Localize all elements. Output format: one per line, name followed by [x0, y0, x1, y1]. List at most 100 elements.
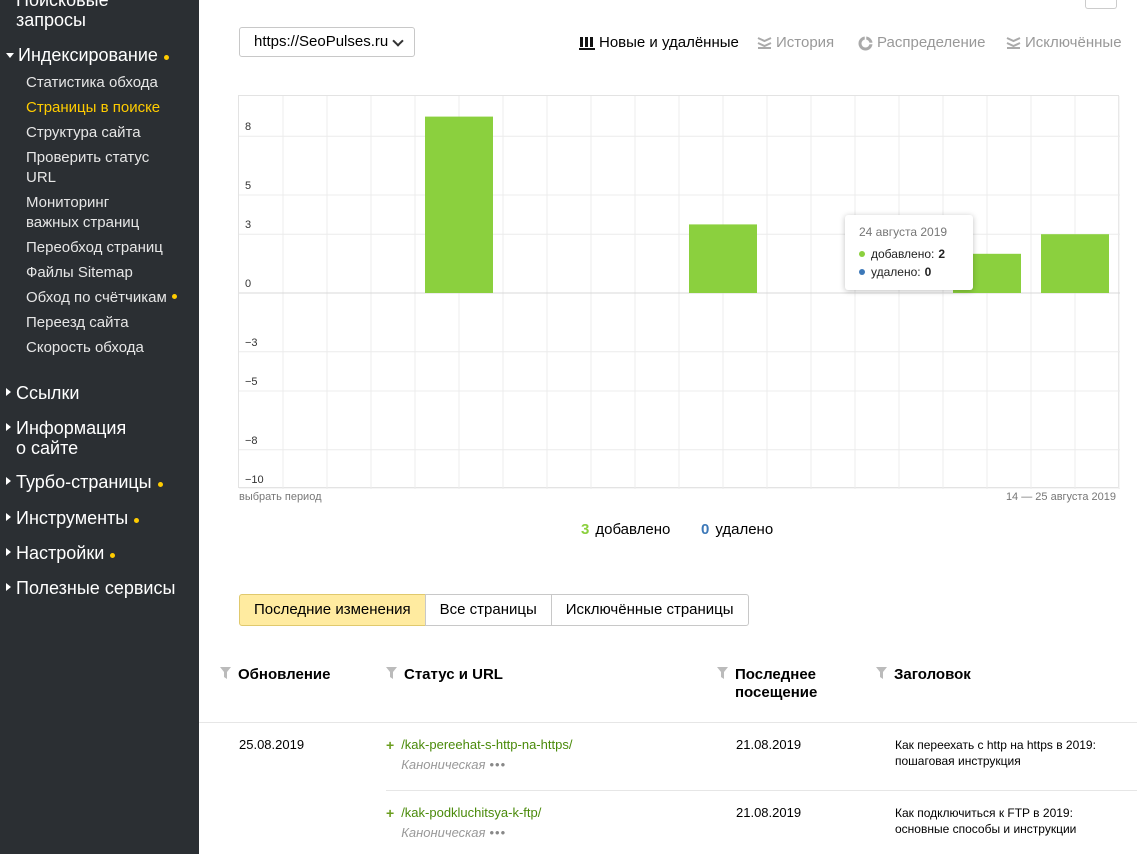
pie-chart-icon: [858, 35, 873, 50]
sidebar-section-label: Инструменты: [16, 508, 129, 528]
bar-chart-icon: [579, 37, 595, 50]
tooltip-removed-row: удалено: 0: [859, 263, 959, 281]
summary-added-count: 3: [581, 521, 590, 538]
tab-new-removed[interactable]: Новые и удалённые: [579, 33, 739, 53]
period-range: 14 — 25 августа 2019: [1005, 491, 1116, 503]
summary-added-label: добавлено: [595, 521, 671, 538]
select-period-link[interactable]: выбрать период: [239, 491, 322, 503]
tab-history[interactable]: История: [757, 33, 834, 53]
last-visit-date: 21.08.2019: [736, 805, 802, 820]
tab-label: Новые и удалённые: [599, 34, 739, 51]
sidebar-section-site-info[interactable]: Информация о сайте: [6, 418, 126, 458]
sidebar-item-label: Файлы Sitemap: [26, 264, 133, 281]
column-header-title[interactable]: Заголовок: [876, 666, 971, 684]
chevron-right-icon: [6, 477, 11, 485]
column-header-label: Заголовок: [894, 666, 971, 683]
status-label: Каноническая •••: [401, 757, 507, 772]
chart-bar: [425, 116, 493, 293]
filter-icon: [220, 667, 231, 679]
sidebar-section-search-queries[interactable]: Поисковые запросы: [16, 0, 109, 30]
date-group: 25.08.2019: [239, 737, 305, 752]
y-tick-label: −3: [245, 337, 258, 349]
tab-all-pages[interactable]: Все страницы: [424, 594, 552, 626]
column-header-update[interactable]: Обновление: [220, 666, 330, 684]
chevron-down-icon: [6, 53, 14, 58]
table-row: + /kak-pereehat-s-http-na-https/ Канонич…: [386, 737, 572, 773]
stack-icon: [757, 37, 772, 49]
settings-button[interactable]: [1085, 0, 1117, 9]
sidebar-section-tools[interactable]: Инструменты: [6, 508, 140, 528]
filter-icon: [876, 667, 887, 679]
sidebar-section-label: Полезные сервисы: [16, 578, 176, 598]
chart-tooltip: 24 августа 2019 добавлено: 2 удалено: 0: [845, 215, 973, 290]
y-tick-label: −8: [245, 435, 258, 447]
tooltip-date: 24 августа 2019: [859, 225, 948, 239]
page-title: Как переехать с http на https в 2019: по…: [895, 738, 1096, 768]
sidebar-section-useful[interactable]: Полезные сервисы: [6, 578, 175, 598]
summary-added: 3 добавлено: [581, 521, 670, 538]
tab-label: История: [776, 34, 835, 51]
summary-removed-label: удалено: [715, 521, 774, 538]
table-divider: [199, 722, 1137, 723]
column-header-label: Обновление: [238, 666, 331, 683]
column-header-label: Статус и URL: [404, 666, 503, 683]
sidebar-item-label: Статистика обхода: [26, 74, 158, 91]
sidebar-section-settings[interactable]: Настройки: [6, 543, 116, 563]
sidebar-item-label: Скорость обхода: [26, 339, 144, 356]
tooltip-added-value: 2: [938, 247, 946, 261]
status-label: Каноническая •••: [401, 825, 507, 840]
sidebar-section-links[interactable]: Ссылки: [6, 383, 79, 403]
sidebar-item-check-url[interactable]: Проверить статус URL: [26, 148, 149, 188]
summary-removed-count: 0: [701, 521, 710, 538]
tab-label: Распределение: [877, 34, 986, 51]
sidebar-item-label: Проверить статус URL: [26, 149, 150, 186]
table-row: + /kak-podkluchitsya-k-ftp/ Каноническая…: [386, 805, 541, 841]
tab-distribution[interactable]: Распределение: [858, 33, 986, 53]
sidebar-section-turbo[interactable]: Турбо-страницы: [6, 472, 163, 492]
sidebar-item-label: Переезд сайта: [26, 314, 129, 331]
summary-removed: 0 удалено: [701, 521, 773, 538]
sidebar: Поисковые запросы Индексирование Статист…: [0, 0, 199, 854]
chart-bar: [689, 224, 757, 293]
tab-label: Исключённые: [1025, 34, 1122, 51]
sidebar-item-label: Мониторинг важных страниц: [26, 194, 140, 231]
more-icon[interactable]: •••: [489, 825, 506, 840]
tooltip-added-label: добавлено:: [871, 247, 935, 261]
last-visit-date: 21.08.2019: [736, 737, 802, 752]
sidebar-item-pages-in-search[interactable]: Страницы в поиске: [26, 98, 160, 118]
plus-icon: +: [386, 737, 395, 753]
page-url-link[interactable]: /kak-pereehat-s-http-na-https/: [401, 737, 572, 752]
tab-recent-changes[interactable]: Последние изменения: [239, 594, 426, 626]
chevron-right-icon: [6, 388, 11, 396]
green-dot-icon: [859, 251, 865, 257]
chart-area[interactable]: 8 5 3 0 −3 −5 −8 −10: [238, 95, 1120, 489]
row-divider: [386, 790, 1137, 791]
sidebar-item-crawl-stats[interactable]: Статистика обхода: [26, 73, 158, 93]
sidebar-section-label: Поисковые запросы: [16, 0, 109, 30]
tooltip-added-row: добавлено: 2: [859, 245, 959, 263]
column-header-last-visit[interactable]: Последнее посещение: [717, 666, 817, 702]
chevron-right-icon: [6, 513, 11, 521]
sidebar-item-sitemap[interactable]: Файлы Sitemap: [26, 263, 133, 283]
bar-chart: 8 5 3 0 −3 −5 −8 −10: [239, 96, 1120, 489]
tab-excluded-pages[interactable]: Исключённые страницы: [550, 594, 749, 626]
tab-excluded[interactable]: Исключённые: [1006, 33, 1122, 53]
y-tick-label: 0: [245, 278, 251, 290]
sidebar-item-label: Обход по счётчикам: [26, 289, 167, 306]
page-url-link[interactable]: /kak-podkluchitsya-k-ftp/: [401, 805, 541, 820]
sidebar-item-monitoring[interactable]: Мониторинг важных страниц: [26, 193, 139, 233]
sidebar-item-crawl-speed[interactable]: Скорость обхода: [26, 338, 144, 358]
sidebar-item-label: Переобход страниц: [26, 239, 163, 256]
sidebar-item-label: Структура сайта: [26, 124, 141, 141]
sidebar-item-recrawl[interactable]: Переобход страниц: [26, 238, 163, 258]
sidebar-section-label: Ссылки: [16, 383, 80, 403]
sidebar-item-counter-crawl[interactable]: Обход по счётчикам: [26, 288, 177, 308]
sidebar-item-site-structure[interactable]: Структура сайта: [26, 123, 141, 143]
column-header-status-url[interactable]: Статус и URL: [386, 666, 503, 684]
more-icon[interactable]: •••: [489, 757, 506, 772]
sidebar-item-label: Страницы в поиске: [26, 99, 161, 116]
sidebar-item-site-move[interactable]: Переезд сайта: [26, 313, 129, 333]
notification-dot-icon: [157, 482, 163, 487]
filter-icon: [717, 667, 728, 679]
plus-icon: +: [386, 805, 395, 821]
